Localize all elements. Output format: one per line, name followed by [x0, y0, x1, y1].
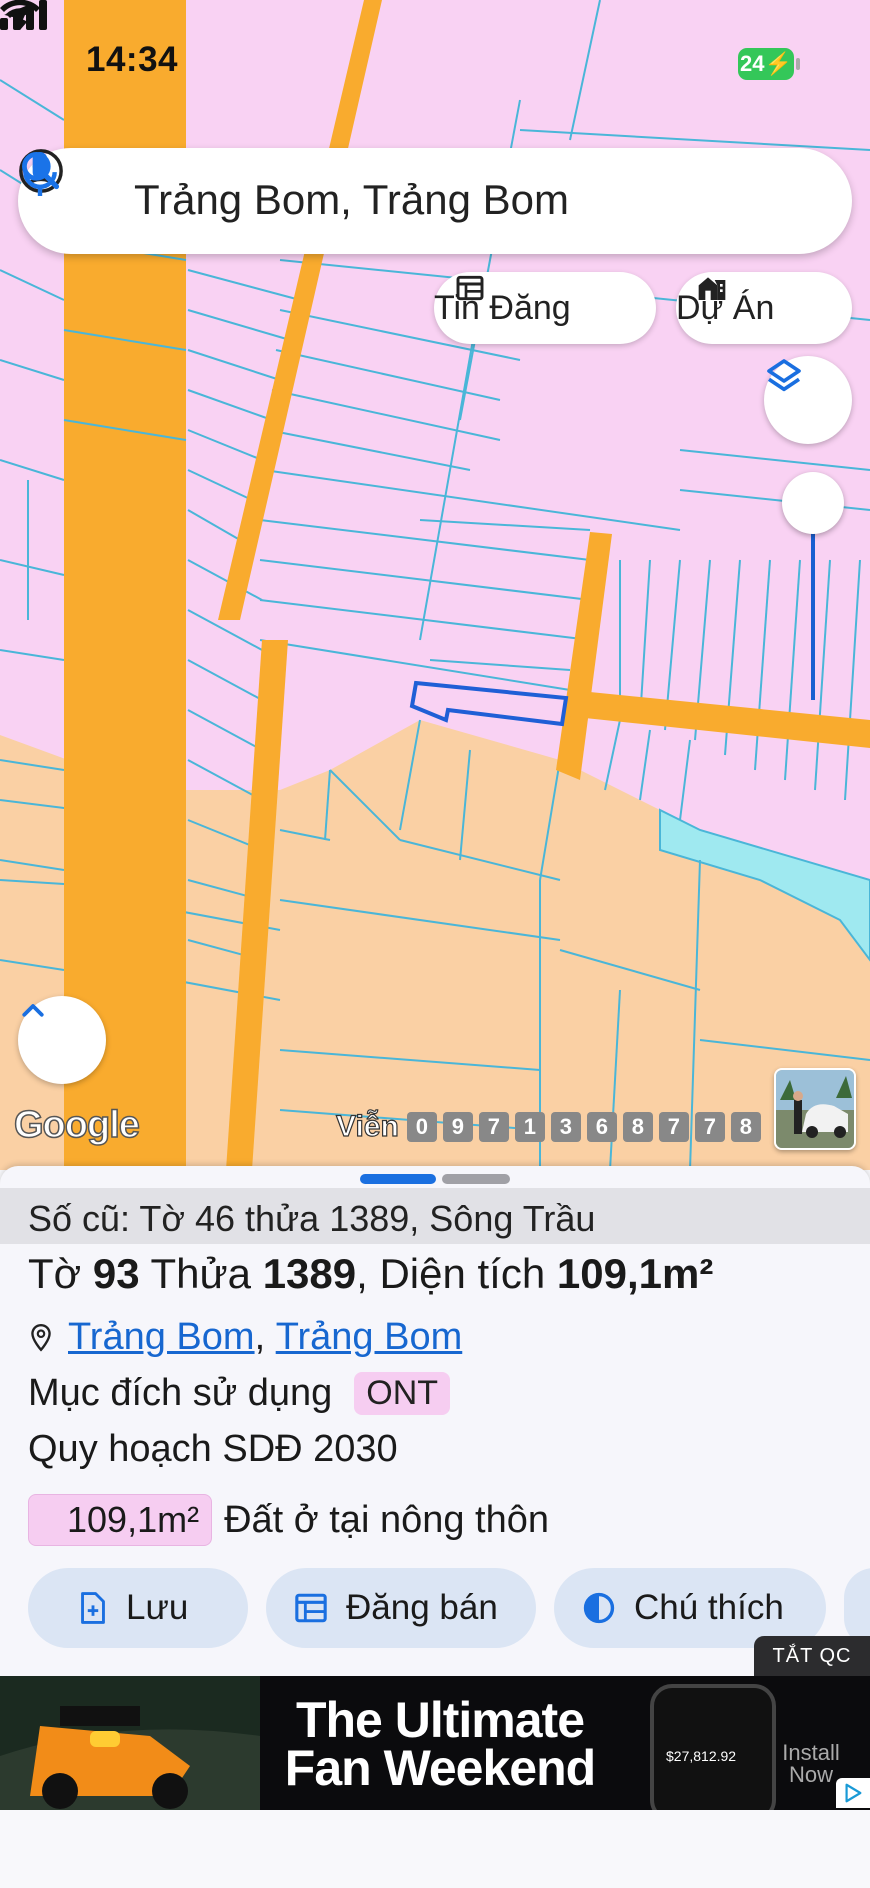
home-indicator-area	[0, 1810, 870, 1888]
post-sale-button[interactable]: Đăng bán	[266, 1568, 536, 1648]
location-pin-icon	[31, 1323, 51, 1352]
visitor-counter: Viễn 0 9 7 1 3 6 8 7 7 8	[335, 1109, 761, 1144]
ad-headline-line1: The Ultimate	[295, 1692, 585, 1748]
ad-headline: The Ultimate Fan Weekend	[280, 1692, 600, 1796]
project-icon	[698, 277, 726, 300]
purpose-code-badge: ONT	[354, 1372, 451, 1415]
counter-digit: 8	[730, 1112, 761, 1142]
counter-digit: 7	[658, 1112, 689, 1142]
area-value: 109,1m²	[556, 1250, 714, 1297]
expand-up-button[interactable]	[18, 996, 106, 1084]
counter-digit: 9	[442, 1112, 473, 1142]
sheet-page-indicator-active[interactable]	[360, 1174, 436, 1184]
sheet-page-indicator[interactable]	[442, 1174, 510, 1184]
purpose-label: Mục đích sử dụng	[28, 1372, 333, 1414]
action-buttons: Lưu Đăng bán Chú thích	[0, 1568, 870, 1650]
opacity-slider-knob[interactable]	[782, 472, 844, 534]
counter-digit: 7	[478, 1112, 509, 1142]
listing-icon	[295, 1593, 327, 1623]
ad-phone-image: $27,812.92	[650, 1684, 776, 1810]
old-parcel-info: Số cũ: Tờ 46 thửa 1389, Sông Trầu	[0, 1188, 870, 1244]
ad-phone-value: $27,812.92	[666, 1748, 737, 1764]
street-view-image	[776, 1070, 854, 1148]
battery-level: 24	[740, 51, 765, 76]
google-logo: Google	[13, 1103, 140, 1147]
chevron-up-icon	[22, 1004, 44, 1017]
chip-du-an[interactable]: Dự Án	[676, 272, 852, 344]
sheet-number: 93	[92, 1250, 140, 1297]
listing-icon	[456, 275, 484, 301]
parcel-info-sheet[interactable]: Số cũ: Tờ 46 thửa 1389, Sông Trầu Tờ 93 …	[0, 1166, 870, 1676]
old-parcel-text: Số cũ: Tờ 46 thửa 1389, Sông Trầu	[28, 1198, 596, 1239]
save-button[interactable]: Lưu	[28, 1568, 248, 1648]
battery-icon: 24 ⚡	[738, 48, 794, 80]
search-bar[interactable]: Trảng Bom, Trảng Bom	[18, 148, 852, 254]
wifi-icon	[0, 0, 40, 30]
area-label: , Diện tích	[356, 1250, 546, 1297]
battery-cap	[796, 58, 800, 70]
ad-install-cta[interactable]: Install Now	[776, 1742, 846, 1786]
plan-area-badge: 109,1m²	[28, 1494, 213, 1546]
ad-choices-icon[interactable]	[836, 1778, 870, 1808]
address-link-district[interactable]: Trảng Bom	[68, 1316, 255, 1359]
microphone-icon[interactable]	[18, 148, 62, 200]
opacity-slider-track[interactable]	[811, 530, 815, 700]
plan-area-description: Đất ở tại nông thôn	[224, 1498, 549, 1541]
chip-tin-dang[interactable]: Tin Đăng	[434, 272, 656, 344]
ad-choices-triangle-icon	[845, 1783, 862, 1803]
street-view-thumbnail[interactable]	[774, 1068, 856, 1150]
add-file-icon	[81, 1592, 105, 1624]
counter-digit: 0	[406, 1112, 437, 1142]
address-separator: ,	[254, 1316, 266, 1358]
sheet-label: Tờ	[28, 1250, 82, 1297]
counter-digit: 1	[514, 1112, 545, 1142]
plan-area-row: 109,1m² Đất ở tại nông thôn	[28, 1494, 549, 1546]
contrast-icon	[583, 1592, 615, 1624]
counter-digit: 8	[622, 1112, 653, 1142]
search-input[interactable]: Trảng Bom, Trảng Bom	[134, 176, 634, 224]
counter-digit: 6	[586, 1112, 617, 1142]
land-use-purpose: Mục đích sử dụng ONT	[28, 1372, 451, 1415]
ad-banner[interactable]: The Ultimate Fan Weekend $27,812.92 Inst…	[0, 1676, 870, 1810]
parcel-title: Tờ 93 Thửa 1389, Diện tích 109,1m²	[28, 1250, 713, 1298]
legend-label: Chú thích	[634, 1588, 784, 1627]
layers-button[interactable]	[764, 356, 852, 444]
ads-off-button[interactable]: TẮT QC	[754, 1636, 870, 1676]
address-link-town[interactable]: Trảng Bom	[276, 1316, 463, 1359]
save-label: Lưu	[126, 1588, 189, 1627]
status-time: 14:34	[86, 40, 179, 79]
layers-icon	[767, 359, 801, 392]
parcel-number: 1389	[262, 1250, 357, 1297]
counter-digit: 3	[550, 1112, 581, 1142]
counter-label: Viễn	[335, 1109, 399, 1143]
ad-racecar-image	[0, 1676, 260, 1810]
selected-parcel	[409, 680, 569, 727]
status-bar: 14:34 24 ⚡	[0, 0, 870, 130]
ad-cta-line1: Install	[782, 1740, 840, 1765]
parcel-label: Thửa	[150, 1250, 252, 1297]
post-sale-label: Đăng bán	[346, 1588, 498, 1627]
parcel-address: Trảng Bom, Trảng Bom	[28, 1316, 462, 1359]
land-plan-title: Quy hoạch SDĐ 2030	[28, 1428, 398, 1470]
map-view[interactable]: 14:34 24 ⚡ Trảng Bom, Trảng Bom Tin Đăng…	[0, 0, 870, 1170]
counter-digit: 7	[694, 1112, 725, 1142]
ad-headline-line2: Fan Weekend	[284, 1740, 596, 1796]
